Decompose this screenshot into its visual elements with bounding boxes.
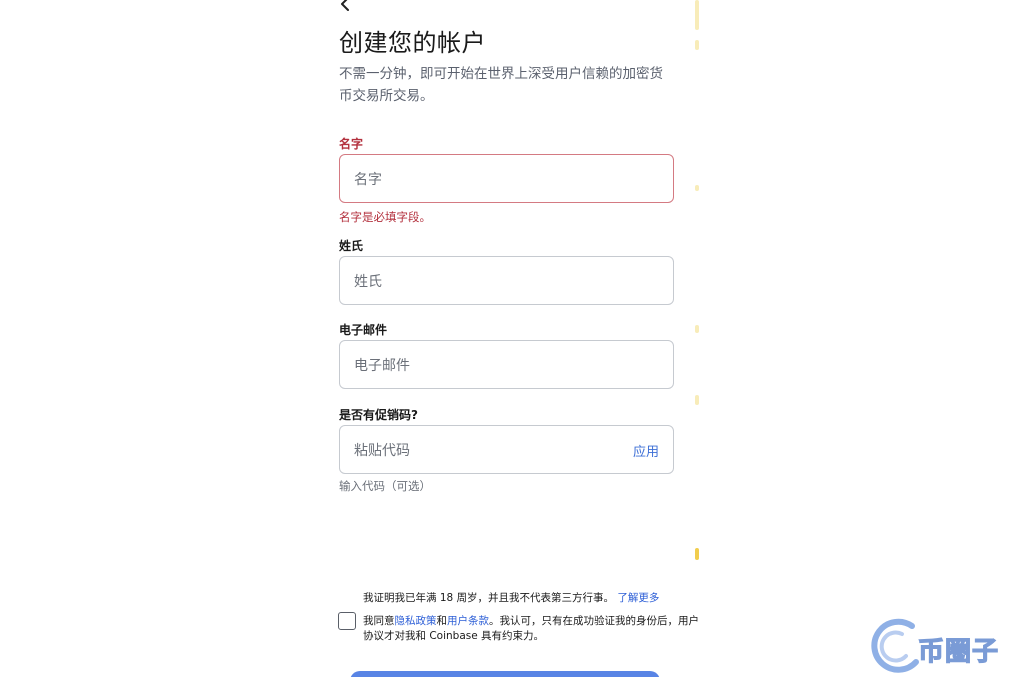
email-label: 电子邮件: [339, 323, 388, 337]
first-name-label: 名字: [339, 137, 364, 151]
terms-prefix: 我同意: [363, 615, 395, 627]
age-confirmation: 我证明我已年满 18 周岁，并且我不代表第三方行事。 了解更多: [363, 590, 659, 605]
promo-hint: 输入代码（可选）: [339, 479, 431, 493]
learn-more-link[interactable]: 了解更多: [617, 592, 659, 604]
watermark-logo-icon: [871, 618, 919, 673]
email-placeholder: 电子邮件: [354, 358, 410, 374]
promo-label: 是否有促销码?: [339, 408, 418, 422]
back-button[interactable]: [339, 0, 359, 16]
create-account-button[interactable]: [350, 671, 660, 677]
terms-agreement: 我同意隐私政策和用户条款。我认可，只有在成功验证我的身份后，用户协议才对我和 C…: [363, 614, 699, 644]
watermark-text: 币圈子: [917, 636, 1000, 667]
email-field[interactable]: 电子邮件: [339, 340, 674, 389]
first-name-placeholder: 名字: [354, 172, 382, 188]
chevron-left-icon: [341, 0, 349, 11]
apply-button[interactable]: 应用: [633, 441, 659, 460]
last-name-field[interactable]: 姓氏: [339, 256, 674, 305]
user-terms-link[interactable]: 用户条款: [447, 615, 489, 627]
promo-code-field[interactable]: 粘贴代码 应用: [339, 425, 674, 474]
watermark: 币圈子: [866, 618, 1018, 676]
page-title: 创建您的帐户: [339, 29, 486, 57]
terms-checkbox[interactable]: [338, 612, 356, 630]
first-name-field[interactable]: 名字: [339, 154, 674, 203]
age-confirmation-text: 我证明我已年满 18 周岁，并且我不代表第三方行事。: [363, 592, 615, 604]
last-name-placeholder: 姓氏: [354, 274, 382, 290]
terms-and: 和: [436, 615, 448, 627]
promo-placeholder: 粘贴代码: [354, 443, 410, 459]
first-name-error: 名字是必填字段。: [339, 210, 431, 224]
edge-decoration: [695, 0, 703, 677]
last-name-label: 姓氏: [339, 239, 364, 253]
page-subtitle: 不需一分钟，即可开始在世界上深受用户信赖的加密货币交易所交易。: [339, 66, 663, 104]
privacy-policy-link[interactable]: 隐私政策: [395, 615, 437, 627]
